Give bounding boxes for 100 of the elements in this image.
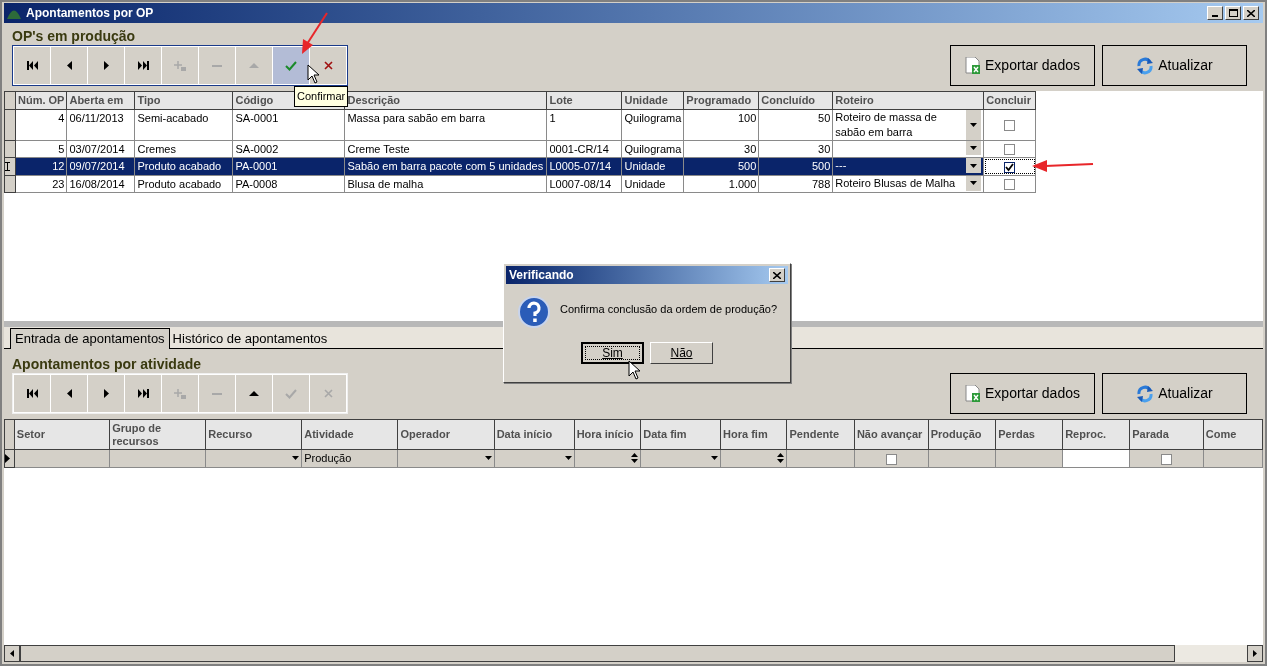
column-header[interactable]: Descrição (344, 91, 547, 109)
navigator-cancel-button[interactable] (310, 47, 346, 84)
table-cell: 30 (818, 142, 831, 155)
table-cell: Quilograma (624, 111, 682, 124)
text-cursor-icon (5, 161, 10, 171)
dropdown-button[interactable] (966, 109, 982, 140)
column-header[interactable]: Operador (397, 419, 495, 450)
close-button[interactable] (1243, 6, 1259, 20)
next-icon (103, 61, 109, 70)
column-header[interactable]: Grupo de recursos (109, 419, 206, 450)
dropdown-button[interactable] (966, 158, 982, 173)
column-header[interactable]: Concluído (758, 91, 833, 109)
minus-icon (212, 392, 222, 395)
checkbox[interactable] (1004, 144, 1016, 156)
right-arrow-icon (1253, 650, 1257, 657)
close-button[interactable] (769, 268, 785, 282)
caret-icon (484, 456, 492, 461)
insert-icon (174, 60, 186, 71)
navigator-first-button[interactable] (14, 375, 50, 412)
column-header[interactable]: Hora fim (720, 419, 787, 450)
table-cell: SA-0002 (235, 142, 279, 155)
last-record-icon (137, 61, 149, 70)
table-cell: 788 (811, 177, 831, 190)
table-cell: L0005-07/14 (549, 160, 612, 172)
dialog-button[interactable]: Não (650, 342, 713, 364)
table-cell: Roteiro Blusas de Malha (835, 175, 956, 191)
column-header[interactable]: Pendente (787, 419, 855, 450)
column-header[interactable]: Concluir (983, 91, 1036, 109)
column-header[interactable]: Programado (683, 91, 759, 109)
up-triangle-icon (249, 63, 259, 68)
scroll-right-button[interactable] (1247, 645, 1263, 662)
minimize-button[interactable] (1207, 6, 1223, 20)
refresh-button[interactable]: Atualizar (1102, 45, 1247, 86)
caret-icon (970, 122, 978, 127)
checkbox[interactable] (1004, 119, 1016, 131)
refresh-icon (1136, 384, 1155, 403)
checkbox[interactable] (1004, 161, 1016, 173)
navigator-edit-button[interactable] (236, 375, 272, 412)
column-header[interactable]: Parada (1129, 419, 1204, 450)
navigator-last-button[interactable] (125, 47, 161, 84)
dialog-button[interactable]: Sim (581, 342, 644, 364)
table-cell: Unidade (624, 160, 666, 172)
window-title: Apontamentos por OP (26, 5, 155, 22)
table-cell: 4 (58, 111, 65, 124)
column-header[interactable]: Produção (928, 419, 996, 450)
question-icon (518, 296, 550, 328)
table-cell: Creme Teste (347, 142, 410, 155)
spin-arrows-icon (631, 453, 639, 464)
tab[interactable]: Entrada de apontamentos (10, 328, 170, 349)
first-record-icon (26, 389, 38, 398)
refresh-icon (1136, 56, 1155, 75)
maximize-button[interactable] (1225, 6, 1241, 20)
column-header[interactable]: Recurso (205, 419, 302, 450)
refresh-button[interactable]: Atualizar (1102, 373, 1247, 414)
column-header[interactable]: Unidade (621, 91, 684, 109)
checkbox[interactable] (885, 453, 897, 465)
close-icon (1247, 9, 1255, 17)
column-header[interactable]: Lote (546, 91, 622, 109)
table-cell: 5 (58, 142, 65, 155)
column-header[interactable]: Núm. OP (15, 91, 67, 109)
column-header[interactable]: Atividade (301, 419, 398, 450)
table-cell: Unidade (624, 177, 666, 190)
annotation-arrow (1031, 159, 1096, 173)
column-header[interactable]: Aberta em (66, 91, 135, 109)
scroll-left-button[interactable] (4, 645, 20, 662)
table-cell: 0001-CR/14 (549, 142, 609, 155)
navigator-last-button[interactable] (125, 375, 161, 412)
left-arrow-icon (10, 650, 14, 657)
column-header[interactable]: Reproc. (1062, 419, 1130, 450)
cancel-icon (323, 61, 333, 70)
caret-icon (292, 456, 300, 461)
column-header[interactable]: Hora início (574, 419, 641, 450)
checkbox[interactable] (1161, 453, 1173, 465)
table-cell: 50 (818, 111, 831, 124)
table-cell: 1 (549, 111, 556, 124)
export-button[interactable]: Exportar dados (950, 373, 1095, 414)
column-header[interactable]: Come (1203, 419, 1263, 450)
column-header[interactable]: Setor (14, 419, 110, 450)
column-header[interactable]: Perdas (995, 419, 1063, 450)
export-button[interactable]: Exportar dados (950, 45, 1095, 86)
navigator-first-button[interactable] (14, 47, 50, 84)
close-icon (773, 271, 781, 279)
dialog-message: Confirma conclusão da ordem de produção? (560, 302, 778, 317)
minimize-icon (1212, 15, 1218, 17)
column-header[interactable]: Tipo (134, 91, 233, 109)
table-cell: 06/11/2013 (69, 111, 124, 124)
last-record-icon (137, 389, 149, 398)
column-header[interactable]: Roteiro (832, 91, 984, 109)
caret-icon (970, 181, 978, 185)
table-cell: 500 (811, 160, 831, 172)
table-cell: PA-0001 (235, 160, 278, 172)
table-cell: Sabão em barra pacote com 5 unidades (347, 160, 544, 172)
table-cell: 12 (52, 160, 65, 172)
table-cell: Produção (304, 452, 352, 464)
column-header[interactable]: Não avançar (854, 419, 929, 450)
section-heading: Apontamentos por atividade (12, 356, 202, 372)
caret-icon (564, 456, 572, 461)
column-header[interactable]: Data fim (640, 419, 721, 450)
column-header[interactable]: Data início (494, 419, 575, 450)
checkbox[interactable] (1004, 179, 1016, 191)
